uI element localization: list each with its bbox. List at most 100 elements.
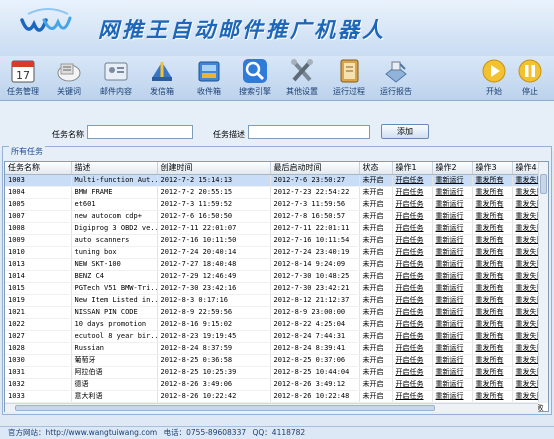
resend-all-link[interactable]: 重发所有 xyxy=(472,390,513,403)
column-header[interactable]: 操作2 xyxy=(432,162,473,175)
resend-all-link[interactable]: 重发所有 xyxy=(472,246,513,259)
rerun-link[interactable]: 重新运行 xyxy=(432,186,473,199)
rerun-link[interactable]: 重新运行 xyxy=(432,306,473,319)
task-desc-input[interactable] xyxy=(248,125,370,139)
run-process-button[interactable]: 运行过程 xyxy=(326,58,372,100)
table-row[interactable]: 1007 new autocom cdp+ 2012-7-6 16:50:50 201… xyxy=(5,210,548,223)
search-engine-button[interactable]: 搜索引擎 xyxy=(232,58,278,100)
resend-all-link[interactable]: 重发所有 xyxy=(472,198,513,211)
resend-all-link[interactable]: 重发所有 xyxy=(472,174,513,187)
start-task-link[interactable]: 开启任务 xyxy=(392,246,433,259)
resend-all-link[interactable]: 重发所有 xyxy=(472,318,513,331)
start-task-link[interactable]: 开启任务 xyxy=(392,318,433,331)
rerun-link[interactable]: 重新运行 xyxy=(432,330,473,343)
start-task-link[interactable]: 开启任务 xyxy=(392,378,433,391)
start-task-link[interactable]: 开启任务 xyxy=(392,222,433,235)
table-row[interactable]: 1031 阿拉伯语 2012-8-25 10:25:39 2012-8-25 10:4… xyxy=(5,366,548,379)
start-task-link[interactable]: 开启任务 xyxy=(392,210,433,223)
table-row[interactable]: 1019 New Item Listed in... 2012-8-3 0:17:1… xyxy=(5,294,548,307)
mail-content-button[interactable]: 邮件内容 xyxy=(93,58,139,100)
resend-all-link[interactable]: 重发所有 xyxy=(472,222,513,235)
rerun-link[interactable]: 重新运行 xyxy=(432,282,473,295)
rerun-link[interactable]: 重新运行 xyxy=(432,342,473,355)
table-row[interactable]: 1021 NISSAN PIN CODE 2012-8-9 22:59:56 2012… xyxy=(5,306,548,319)
start-task-link[interactable]: 开启任务 xyxy=(392,306,433,319)
resend-all-link[interactable]: 重发所有 xyxy=(472,342,513,355)
rerun-link[interactable]: 重新运行 xyxy=(432,198,473,211)
rerun-link[interactable]: 重新运行 xyxy=(432,270,473,283)
resend-all-link[interactable]: 重发所有 xyxy=(472,210,513,223)
table-row[interactable]: 1022 10 days promotion 2012-8-16 9:15:02 20… xyxy=(5,318,548,331)
website-link[interactable]: 官方网站：http://www.wangtuiwang.com xyxy=(8,428,157,437)
vertical-scroll-thumb[interactable] xyxy=(540,174,547,194)
outbox-button[interactable]: 发信箱 xyxy=(139,58,185,100)
run-report-button[interactable]: 运行报告 xyxy=(373,58,419,100)
resend-all-link[interactable]: 重发所有 xyxy=(472,234,513,247)
table-row[interactable]: 1015 PGTech V51 BMW-Tri... 2012-7-30 23:42… xyxy=(5,282,548,295)
resend-all-link[interactable]: 重发所有 xyxy=(472,306,513,319)
table-row[interactable]: 1032 德语 2012-8-26 3:49:06 2012-8-26 3:49:12… xyxy=(5,378,548,391)
column-header[interactable]: 最后启动时间 xyxy=(270,162,360,175)
table-row[interactable]: 1004 BMW FRAME 2012-7-2 20:55:15 2012-7-23 … xyxy=(5,186,548,199)
rerun-link[interactable]: 重新运行 xyxy=(432,246,473,259)
keyword-button[interactable]: 关键词 xyxy=(46,58,92,100)
table-row[interactable]: 1028 Russian 2012-8-24 8:37:59 2012-8-24 8:… xyxy=(5,342,548,355)
table-row[interactable]: 1008 Digiprog 3 OBD2 ve... 2012-7-11 22:01… xyxy=(5,222,548,235)
rerun-link[interactable]: 重新运行 xyxy=(432,210,473,223)
start-task-link[interactable]: 开启任务 xyxy=(392,342,433,355)
table-row[interactable]: 1030 葡萄牙 2012-8-25 0:36:58 2012-8-25 0:37:0… xyxy=(5,354,548,367)
resend-all-link[interactable]: 重发所有 xyxy=(472,186,513,199)
start-task-link[interactable]: 开启任务 xyxy=(392,258,433,271)
task-name-input[interactable] xyxy=(87,125,193,139)
resend-all-link[interactable]: 重发所有 xyxy=(472,270,513,283)
start-task-link[interactable]: 开启任务 xyxy=(392,294,433,307)
rerun-link[interactable]: 重新运行 xyxy=(432,258,473,271)
column-header[interactable]: 状态 xyxy=(359,162,393,175)
table-row[interactable]: 1009 auto scanners 2012-7-16 10:11:50 2012-… xyxy=(5,234,548,247)
table-row[interactable]: 1005 et601 2012-7-3 11:59:52 2012-7-3 11:59… xyxy=(5,198,548,211)
rerun-link[interactable]: 重新运行 xyxy=(432,378,473,391)
start-task-link[interactable]: 开启任务 xyxy=(392,330,433,343)
vertical-scrollbar[interactable] xyxy=(538,162,548,402)
resend-all-link[interactable]: 重发所有 xyxy=(472,258,513,271)
resend-all-link[interactable]: 重发所有 xyxy=(472,294,513,307)
add-button[interactable]: 添加 xyxy=(381,124,429,139)
start-task-link[interactable]: 开启任务 xyxy=(392,390,433,403)
column-header[interactable]: 描述 xyxy=(71,162,158,175)
rerun-link[interactable]: 重新运行 xyxy=(432,318,473,331)
resend-all-link[interactable]: 重发所有 xyxy=(472,282,513,295)
start-task-link[interactable]: 开启任务 xyxy=(392,186,433,199)
table-row[interactable]: 1003 Multi-function Aut... 2012-7-2 15:14:… xyxy=(5,174,548,187)
column-header[interactable]: 创建时间 xyxy=(157,162,271,175)
rerun-link[interactable]: 重新运行 xyxy=(432,366,473,379)
rerun-link[interactable]: 重新运行 xyxy=(432,294,473,307)
start-task-link[interactable]: 开启任务 xyxy=(392,270,433,283)
start-task-link[interactable]: 开启任务 xyxy=(392,198,433,211)
start-task-link[interactable]: 开启任务 xyxy=(392,282,433,295)
horizontal-scrollbar[interactable] xyxy=(5,403,538,412)
table-row[interactable]: 1033 意大利语 2012-8-26 10:22:42 2012-8-26 10:2… xyxy=(5,390,548,403)
rerun-link[interactable]: 重新运行 xyxy=(432,234,473,247)
other-settings-button[interactable]: 其他设置 xyxy=(279,58,325,100)
resend-all-link[interactable]: 重发所有 xyxy=(472,378,513,391)
start-task-link[interactable]: 开启任务 xyxy=(392,234,433,247)
rerun-link[interactable]: 重新运行 xyxy=(432,354,473,367)
task-manage-button[interactable]: 17 任务管理 xyxy=(0,58,46,100)
table-row[interactable]: 1010 tuning box 2012-7-24 20:40:14 2012-7-2… xyxy=(5,246,548,259)
resend-all-link[interactable]: 重发所有 xyxy=(472,366,513,379)
table-row[interactable]: 1013 NEW SKT-100 2012-7-27 18:40:48 2012-8-… xyxy=(5,258,548,271)
start-task-link[interactable]: 开启任务 xyxy=(392,174,433,187)
table-row[interactable]: 1014 BENZ C4 2012-7-29 12:46:49 2012-7-30 1… xyxy=(5,270,548,283)
start-task-link[interactable]: 开启任务 xyxy=(392,354,433,367)
horizontal-scroll-thumb[interactable] xyxy=(15,405,435,411)
table-row[interactable]: 1027 ecutool 8 year bir... 2012-8-23 19:19… xyxy=(5,330,548,343)
column-header[interactable]: 任务名称 xyxy=(5,162,72,175)
rerun-link[interactable]: 重新运行 xyxy=(432,174,473,187)
resend-all-link[interactable]: 重发所有 xyxy=(472,330,513,343)
column-header[interactable]: 操作3 xyxy=(472,162,513,175)
start-task-link[interactable]: 开启任务 xyxy=(392,366,433,379)
column-header[interactable]: 操作1 xyxy=(392,162,433,175)
rerun-link[interactable]: 重新运行 xyxy=(432,222,473,235)
inbox-button[interactable]: 收件箱 xyxy=(186,58,232,100)
rerun-link[interactable]: 重新运行 xyxy=(432,390,473,403)
